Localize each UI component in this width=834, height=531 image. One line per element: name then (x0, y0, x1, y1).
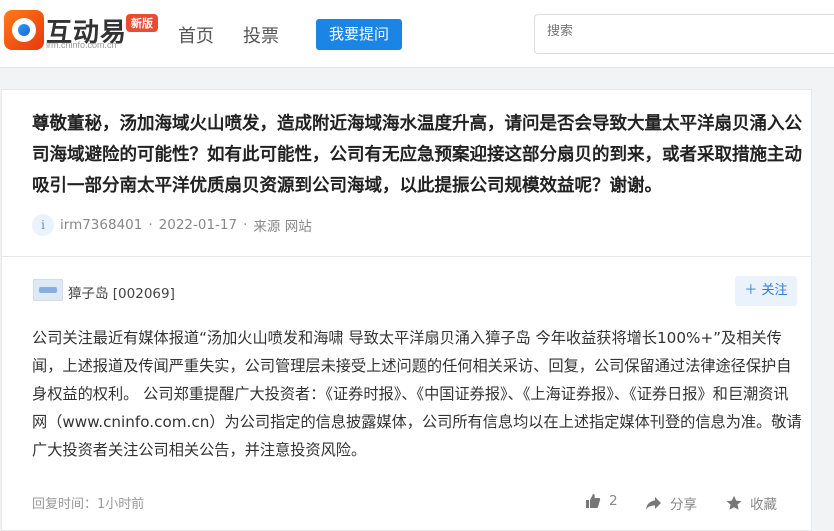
search-box[interactable] (534, 14, 834, 54)
favorite-button[interactable]: 收藏 (726, 493, 777, 513)
follow-button[interactable]: ＋ 关注 (735, 276, 797, 306)
meta-separator: · (148, 217, 153, 233)
like-button[interactable]: 2 (585, 493, 618, 509)
question-source: 来源 网站 (253, 219, 312, 235)
star-icon (726, 495, 742, 510)
nav-home-link[interactable]: 首页 (178, 22, 214, 48)
question-text: 尊敬董秘，汤加海域火山喷发，造成附近海域海水温度升高，请问是否会导致大量太平洋扇… (32, 114, 802, 196)
company-name[interactable]: 獐子岛 [002069] (68, 282, 175, 302)
question-meta: i irm7368401 · 2022-01-17 · 来源 网站 (32, 214, 312, 236)
new-version-badge: 新版 (126, 14, 158, 32)
app-logo-icon[interactable] (4, 10, 44, 50)
answer-text: 公司关注最近有媒体报道“汤加火山喷发和海啸 导致太平洋扇贝涌入獐子岛 今年收益获… (32, 329, 802, 459)
like-count: 2 (609, 493, 618, 509)
ask-question-button[interactable]: 我要提问 (316, 19, 402, 50)
meta-separator: · (243, 217, 248, 233)
favorite-label: 收藏 (750, 497, 777, 513)
share-icon (646, 496, 661, 510)
nav-vote-link[interactable]: 投票 (243, 22, 279, 48)
brand-domain: irm.cninfo.com.cn (46, 40, 117, 50)
share-button[interactable]: 分享 (645, 493, 697, 513)
reply-time: 回复时间：1小时前 (32, 497, 145, 512)
question-card: 尊敬董秘，汤加海域火山喷发，造成附近海域海水温度升高，请问是否会导致大量太平洋扇… (1, 89, 812, 256)
company-logo-icon[interactable] (33, 279, 63, 301)
answer-card: 獐子岛 [002069] ＋ 关注 公司关注最近有媒体报道“汤加火山喷发和海啸 … (1, 256, 812, 531)
question-date: 2022-01-17 (158, 217, 238, 233)
search-input[interactable] (547, 24, 827, 39)
asker-username[interactable]: irm7368401 (60, 217, 142, 233)
top-header: 互动易 irm.cninfo.com.cn 新版 首页 投票 我要提问 (0, 0, 834, 68)
thumbs-up-icon (586, 494, 601, 508)
share-label: 分享 (670, 497, 697, 513)
user-avatar-icon: i (32, 214, 54, 236)
